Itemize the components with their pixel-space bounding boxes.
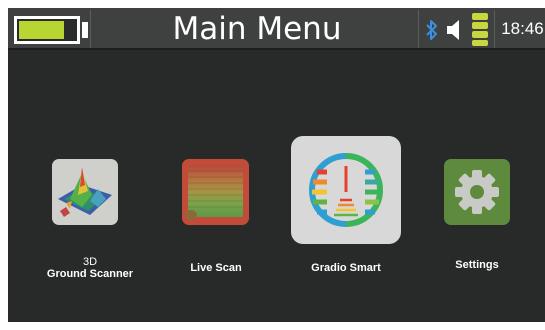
menu-item-label: Live Scan: [190, 262, 242, 274]
device-screen: Main Menu 18:46 3D Ground Scanner Live S…: [8, 8, 545, 322]
menu-item-live-scan[interactable]: Live Scan: [168, 148, 264, 288]
status-bar: Main Menu 18:46: [8, 8, 545, 50]
menu-item-3d-ground-scanner[interactable]: 3D Ground Scanner: [28, 148, 133, 288]
battery-icon: [14, 16, 80, 44]
menu-item-settings[interactable]: Settings: [428, 148, 526, 288]
divider: [494, 10, 495, 48]
menu-item-label: Settings: [455, 259, 499, 271]
menu-item-gradio-smart[interactable]: Gradio Smart: [291, 136, 401, 288]
ground-scanner-3d-icon: [52, 159, 118, 225]
gear-icon: [444, 159, 510, 225]
battery-level: [19, 21, 64, 39]
menu-item-label-line2: Ground Scanner: [46, 268, 134, 280]
page-title: Main Menu: [172, 11, 342, 47]
menu-item-label: Gradio Smart: [311, 262, 381, 274]
battery-tip: [82, 22, 88, 38]
divider: [418, 10, 419, 48]
bluetooth-icon: [426, 20, 437, 40]
clock: 18:46: [501, 19, 544, 38]
live-scan-icon: [182, 159, 249, 225]
gradio-smart-icon: [303, 148, 389, 232]
signal-icon: [472, 13, 488, 46]
volume-icon[interactable]: [446, 19, 464, 41]
menu-item-label-line1: 3D: [82, 256, 98, 268]
divider: [90, 10, 91, 48]
